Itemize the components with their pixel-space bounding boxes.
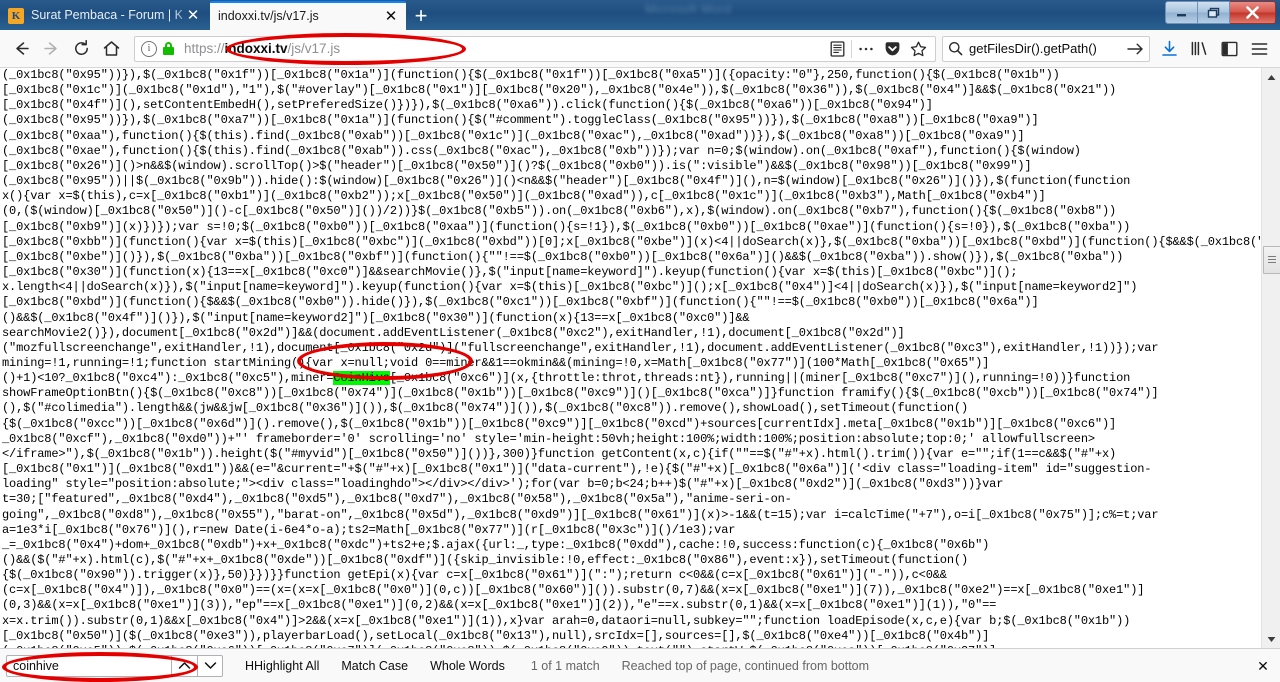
search-bar[interactable]: getFilesDir().getPath()	[942, 35, 1150, 62]
match-count-label: 1 of 1 match	[530, 658, 600, 673]
reload-button[interactable]	[66, 34, 96, 64]
close-tab-icon[interactable]: ✕	[380, 6, 402, 28]
find-next-button[interactable]	[197, 654, 223, 677]
address-bar-actions	[824, 37, 931, 61]
toolbar-divider	[851, 39, 852, 58]
site-identity-block[interactable]: i	[139, 40, 184, 57]
title-bar: Microsoft Word K Surat Pembaca - Forum |…	[0, 0, 1280, 30]
secure-lock-icon	[163, 42, 174, 55]
scrollbar-grip-icon	[1268, 255, 1276, 265]
page-actions-button[interactable]	[853, 37, 879, 61]
restore-button[interactable]	[1198, 1, 1230, 24]
tab-kaskus-forum[interactable]: K Surat Pembaca - Forum | KASKUS ✕	[0, 1, 208, 30]
page-info-icon[interactable]: i	[141, 40, 157, 57]
url-text: https://indoxxi.tv/js/v17.js	[184, 39, 824, 59]
find-input[interactable]: coinhive	[6, 654, 171, 677]
address-bar[interactable]: i https://indoxxi.tv/js/v17.js	[134, 35, 936, 62]
close-icon	[1246, 6, 1259, 19]
search-icon	[949, 42, 963, 56]
source-code-viewport: (_0x1bc8("0x95"))}),$(_0x1bc8("0x1f"))[_…	[0, 68, 1262, 648]
reload-icon	[74, 39, 88, 55]
back-button[interactable]	[6, 34, 36, 64]
library-icon	[1191, 41, 1207, 56]
home-button[interactable]	[96, 34, 126, 64]
url-scheme: https://	[184, 40, 225, 56]
minimize-icon	[1177, 13, 1186, 16]
match-case-toggle[interactable]: Match Case	[341, 659, 408, 673]
tab-indoxxi-script[interactable]: indoxxi.tv/js/v17.js ✕	[210, 1, 406, 30]
firefox-browser-window: Microsoft Word K Surat Pembaca - Forum |…	[0, 0, 1280, 682]
bookmark-button[interactable]	[905, 37, 931, 61]
home-icon	[103, 41, 119, 56]
whole-words-toggle[interactable]: Whole Words	[430, 659, 505, 673]
background-window-title: Microsoft Word	[645, 2, 732, 16]
scrollbar-thumb[interactable]	[1263, 246, 1280, 274]
scroll-down-button[interactable]	[1262, 630, 1280, 648]
downloads-button[interactable]	[1154, 34, 1184, 64]
find-status-label: Reached top of page, continued from bott…	[621, 658, 870, 673]
back-arrow-icon	[15, 42, 29, 55]
scroll-up-icon	[1267, 74, 1275, 80]
window-controls	[1165, 1, 1276, 24]
tab-title: indoxxi.tv/js/v17.js	[218, 9, 319, 23]
reader-view-icon	[830, 40, 844, 57]
library-button[interactable]	[1184, 34, 1214, 64]
search-go-icon[interactable]	[1127, 42, 1144, 56]
app-menu-button[interactable]	[1244, 34, 1274, 64]
forward-arrow-icon	[43, 42, 57, 55]
javascript-source-text: (_0x1bc8("0x95"))}),$(_0x1bc8("0x1f"))[_…	[2, 68, 1262, 648]
find-previous-button[interactable]	[171, 654, 197, 677]
download-arrow-icon	[1161, 40, 1177, 56]
tab-title: Surat Pembaca - Forum | KASKUS	[31, 8, 182, 22]
find-navigation	[171, 654, 223, 677]
forward-button[interactable]	[36, 34, 66, 64]
restore-icon	[1207, 7, 1220, 18]
ellipsis-icon	[859, 47, 873, 50]
close-window-button[interactable]	[1230, 1, 1276, 24]
find-toolbar: coinhive HHighlight All Match Case Whole…	[0, 648, 1280, 682]
hamburger-menu-icon	[1251, 42, 1267, 55]
search-input[interactable]: getFilesDir().getPath()	[969, 41, 1121, 56]
scroll-down-icon	[1267, 636, 1275, 642]
url-path: /js/v17.js	[287, 40, 341, 56]
save-to-pocket-button[interactable]	[879, 37, 905, 61]
close-tab-icon[interactable]: ✕	[182, 5, 204, 27]
minimize-button[interactable]	[1165, 1, 1198, 24]
pocket-icon	[885, 41, 899, 55]
navigation-toolbar: i https://indoxxi.tv/js/v17.js getFilesD…	[0, 30, 1280, 68]
sidebar-toggle-button[interactable]	[1214, 34, 1244, 64]
close-findbar-button[interactable]: ✕	[1254, 657, 1272, 675]
highlight-all-label: Highlight All	[254, 658, 320, 673]
tab-strip: K Surat Pembaca - Forum | KASKUS ✕ indox…	[0, 0, 436, 30]
whole-words-label: Whole Words	[430, 658, 505, 673]
reader-view-button[interactable]	[824, 37, 850, 61]
chevron-down-icon	[204, 662, 216, 669]
star-icon	[910, 41, 926, 56]
highlight-all-toggle[interactable]: HHighlight All	[245, 659, 319, 673]
sidebar-icon	[1221, 41, 1238, 56]
new-tab-button[interactable]: +	[406, 1, 436, 30]
search-hit-coinhive: CoinHive	[333, 371, 390, 386]
match-case-label: Match Case	[341, 658, 409, 673]
kaskus-favicon-icon: K	[8, 7, 24, 24]
chevron-up-icon	[178, 662, 191, 669]
scroll-up-button[interactable]	[1262, 68, 1280, 86]
page-content: (_0x1bc8("0x95"))}),$(_0x1bc8("0x1f"))[_…	[0, 68, 1280, 648]
vertical-scrollbar[interactable]	[1261, 68, 1280, 648]
url-host: indoxxi.tv	[224, 40, 288, 56]
